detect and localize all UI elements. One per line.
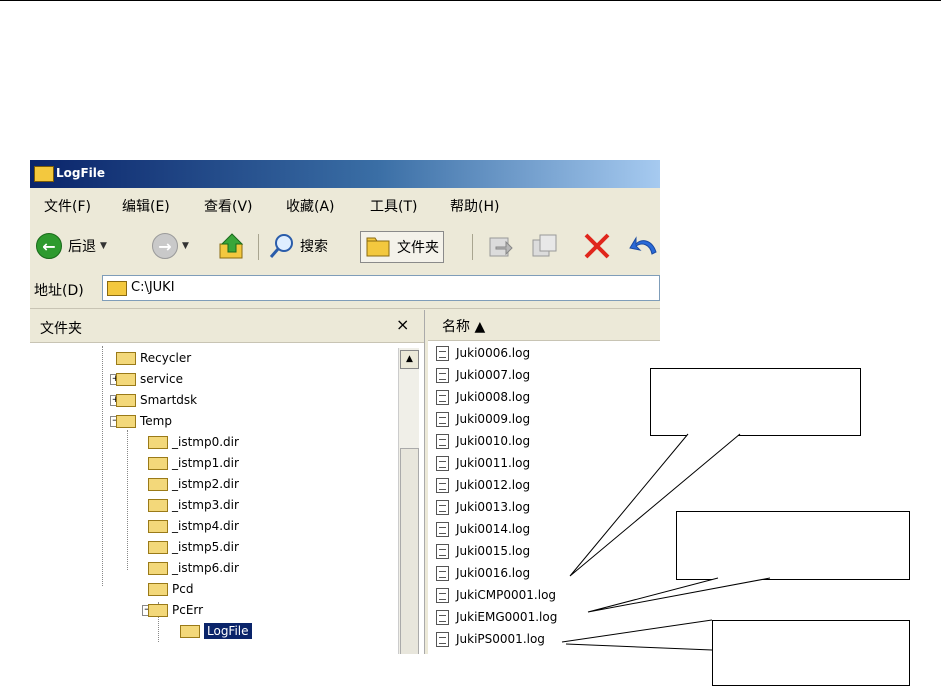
callout-pointer: [561, 619, 713, 643]
callout-pointer: [587, 577, 771, 613]
callout-pointer: [569, 433, 741, 577]
callout-pointers: [561, 433, 771, 651]
callout-pointer: [565, 643, 713, 651]
